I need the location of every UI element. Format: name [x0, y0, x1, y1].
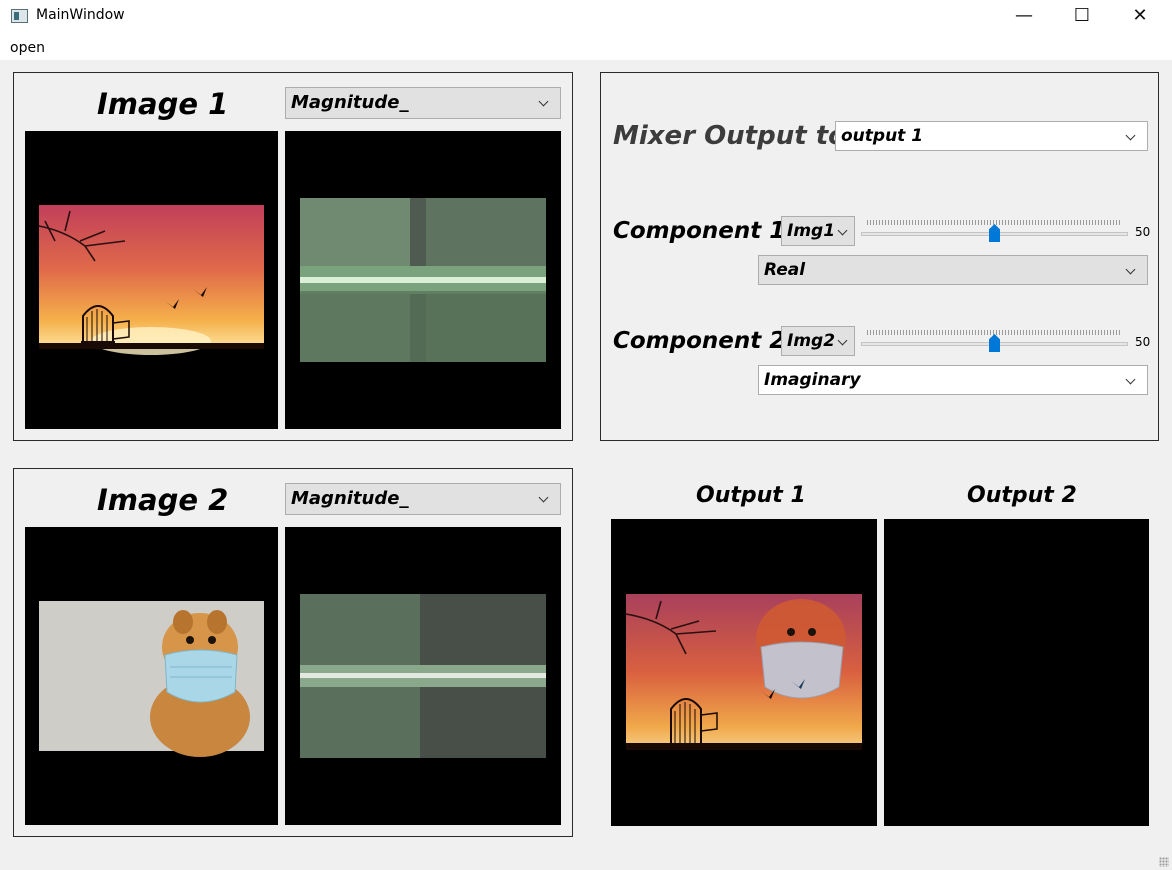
output2-title: Output 2: [967, 483, 1077, 508]
component2-type-select[interactable]: Imaginary: [758, 365, 1148, 395]
image2-title: Image 2: [97, 483, 229, 517]
chevron-down-icon: [1125, 256, 1137, 284]
image1-component-view[interactable]: [285, 131, 561, 429]
image2-picture: [39, 601, 264, 757]
mixer-panel: Mixer Output to : output 1 Component 1 :…: [600, 72, 1159, 441]
component2-label: Component 2 :: [613, 328, 803, 354]
image1-picture: [38, 205, 264, 355]
component2-image-select[interactable]: Img2: [781, 326, 855, 356]
output1-view[interactable]: [611, 519, 877, 826]
component1-image-value: Img1: [787, 221, 836, 241]
close-button[interactable]: ✕: [1111, 0, 1169, 32]
image1-component-value: Magnitude_: [291, 92, 409, 113]
chevron-down-icon: [837, 217, 849, 245]
maximize-button[interactable]: ☐: [1053, 0, 1111, 32]
chevron-down-icon: [837, 327, 849, 355]
mixer-output-value: output 1: [841, 126, 924, 146]
image1-panel: Image 1 Magnitude_: [13, 72, 573, 441]
image1-magnitude-spectrum: [300, 198, 546, 362]
component1-ratio-slider[interactable]: [861, 216, 1128, 246]
output2-view[interactable]: [884, 519, 1149, 826]
component2-ratio-slider[interactable]: [861, 326, 1128, 356]
component2-type-value: Imaginary: [764, 370, 861, 390]
output1-picture: [625, 594, 862, 750]
image2-component-select[interactable]: Magnitude_: [285, 483, 561, 515]
component1-ratio-value: 50: [1135, 225, 1151, 239]
image1-original-view[interactable]: [25, 131, 278, 429]
menu-bar: open: [0, 34, 1172, 60]
chevron-down-icon: [1125, 122, 1137, 150]
component1-type-select[interactable]: Real: [758, 255, 1148, 285]
app-window-icon: [11, 9, 28, 23]
image2-original-view[interactable]: [25, 527, 278, 825]
chevron-down-icon: [538, 484, 550, 514]
image2-component-view[interactable]: [285, 527, 561, 825]
resize-grip[interactable]: [1159, 857, 1169, 867]
minimize-button[interactable]: —: [995, 0, 1053, 32]
image2-panel: Image 2 Magnitude_: [13, 468, 573, 837]
output1-title: Output 1: [696, 483, 806, 508]
component1-label: Component 1 :: [613, 218, 803, 244]
mixer-output-label: Mixer Output to :: [613, 121, 866, 151]
image1-title: Image 1: [97, 87, 229, 121]
window-title: MainWindow: [36, 7, 125, 23]
component2-ratio-value: 50: [1135, 335, 1151, 349]
chevron-down-icon: [1125, 366, 1137, 394]
component2-image-value: Img2: [787, 331, 836, 351]
component1-image-select[interactable]: Img1: [781, 216, 855, 246]
image2-magnitude-spectrum: [300, 594, 546, 758]
image1-component-select[interactable]: Magnitude_: [285, 87, 561, 119]
menu-open[interactable]: open: [10, 40, 45, 56]
image2-component-value: Magnitude_: [291, 488, 409, 509]
chevron-down-icon: [538, 88, 550, 118]
slider-handle[interactable]: [989, 224, 1000, 242]
component1-type-value: Real: [764, 260, 806, 280]
title-bar: MainWindow — ☐ ✕: [0, 0, 1172, 34]
mixer-output-select[interactable]: output 1: [835, 121, 1148, 151]
slider-handle[interactable]: [989, 334, 1000, 352]
